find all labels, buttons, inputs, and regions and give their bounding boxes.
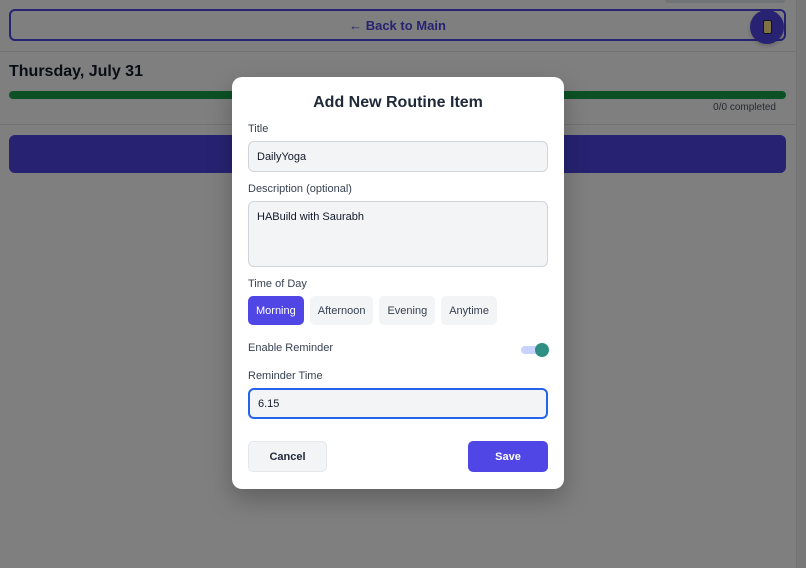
time-of-day-selector: Morning Afternoon Evening Anytime (248, 296, 497, 325)
reminder-label: Enable Reminder (248, 342, 333, 354)
time-option-anytime[interactable]: Anytime (441, 296, 497, 325)
time-option-morning[interactable]: Morning (248, 296, 304, 325)
reminder-time-label: Reminder Time (248, 370, 323, 382)
time-option-afternoon[interactable]: Afternoon (309, 296, 374, 325)
description-input[interactable]: HABuild with Saurabh (248, 201, 548, 267)
reminder-toggle[interactable] (521, 343, 549, 357)
time-option-evening[interactable]: Evening (379, 296, 436, 325)
toggle-thumb (535, 343, 549, 357)
description-label: Description (optional) (248, 183, 352, 195)
add-routine-modal: Add New Routine Item Title Description (… (232, 77, 564, 489)
save-button[interactable]: Save (468, 441, 548, 472)
title-input[interactable] (248, 141, 548, 172)
cancel-button[interactable]: Cancel (248, 441, 327, 472)
modal-title: Add New Routine Item (313, 94, 483, 111)
time-of-day-label: Time of Day (248, 278, 307, 290)
reminder-time-input[interactable] (248, 388, 548, 419)
title-label: Title (248, 123, 269, 135)
